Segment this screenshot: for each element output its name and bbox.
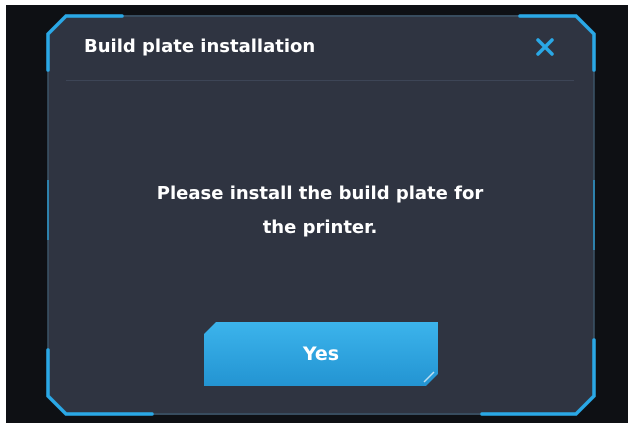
title-divider [66,80,574,81]
yes-button-label: Yes [302,343,340,365]
dialog-title: Build plate installation [84,36,316,57]
close-icon [536,38,554,56]
yes-button[interactable]: Yes [204,322,438,386]
message-line-1: Please install the build plate for [156,183,484,204]
dialog-message: Please install the build plate for the p… [110,177,530,245]
message-line-2: the printer. [262,217,378,238]
close-button[interactable] [530,32,560,62]
